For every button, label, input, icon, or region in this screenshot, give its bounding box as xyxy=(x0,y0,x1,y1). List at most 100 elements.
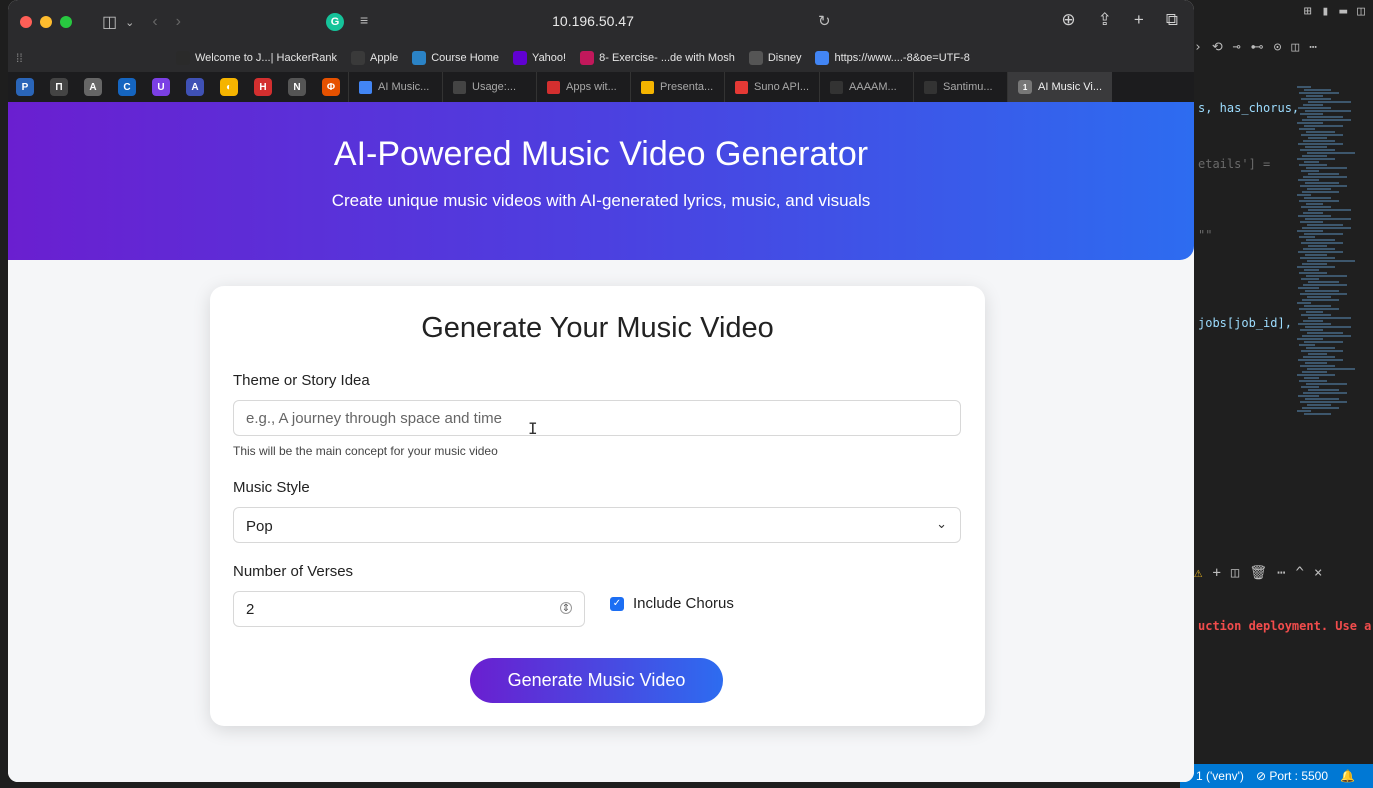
vscode-layout-controls: ⊞ ▮ ▬ ◫ xyxy=(1304,4,1365,19)
minimap-line xyxy=(1303,104,1323,106)
pinned-tab[interactable]: Φ xyxy=(322,78,340,96)
minimap-line xyxy=(1304,377,1319,379)
tab-item[interactable]: Suno API... xyxy=(724,72,819,102)
chorus-label: Include Chorus xyxy=(633,595,734,612)
minimap-line xyxy=(1300,329,1323,331)
minimap-line xyxy=(1306,239,1335,241)
close-icon[interactable]: × xyxy=(1314,565,1322,581)
pinned-tab[interactable]: A xyxy=(186,78,204,96)
minimap-line xyxy=(1303,248,1335,250)
verses-input[interactable] xyxy=(233,591,585,627)
generate-button[interactable]: Generate Music Video xyxy=(470,658,723,703)
grammarly-icon[interactable]: G xyxy=(326,13,344,31)
warning-icon[interactable]: ⚠ xyxy=(1194,565,1202,581)
forward-icon[interactable]: › xyxy=(176,13,181,31)
more-icon[interactable]: ⋯ xyxy=(1309,40,1317,55)
pinned-tab[interactable]: P xyxy=(16,78,34,96)
window-controls xyxy=(20,16,72,28)
minimap-line xyxy=(1298,287,1319,289)
minimap-line xyxy=(1304,125,1343,127)
favorite-item[interactable]: https://www....-8&oe=UTF-8 xyxy=(815,51,970,65)
minimap-line xyxy=(1305,290,1339,292)
minimap-line xyxy=(1299,272,1327,274)
favorite-item[interactable]: Welcome to J...| HackerRank xyxy=(176,51,337,65)
favorite-item[interactable]: Yahoo! xyxy=(513,51,566,65)
sidebar-icon[interactable]: ◫ xyxy=(102,12,117,32)
python-env-status[interactable]: 1 ('venv') xyxy=(1196,769,1244,783)
sidebar-toggle-icon[interactable]: ▮ xyxy=(1322,4,1330,19)
tab-item[interactable]: Santimu... xyxy=(913,72,1007,102)
pinned-tab[interactable]: ◐ xyxy=(220,78,238,96)
split-icon[interactable]: ◫ xyxy=(1357,4,1365,19)
tab-item[interactable]: AI Music... xyxy=(348,72,442,102)
page-title: AI-Powered Music Video Generator xyxy=(333,135,869,173)
new-tab-icon[interactable]: + xyxy=(1134,10,1144,30)
favorite-label: Yahoo! xyxy=(532,52,567,64)
pinned-tab[interactable]: A xyxy=(84,78,102,96)
tab-item[interactable]: AAAAM... xyxy=(819,72,913,102)
tab-item[interactable]: Apps wit... xyxy=(536,72,630,102)
minimap-line xyxy=(1306,203,1323,205)
run-icon[interactable]: ⊙ xyxy=(1274,40,1282,55)
go-back-icon[interactable]: ⟲ xyxy=(1212,40,1223,55)
pinned-tab[interactable]: Π xyxy=(50,78,68,96)
git-commit-icon[interactable]: ⊸ xyxy=(1233,40,1241,55)
favorites-grid-icon[interactable]: ⁞⁞ xyxy=(16,51,23,65)
mosh-icon xyxy=(580,51,595,65)
minimap-line xyxy=(1297,158,1335,160)
address-bar[interactable]: 10.196.50.47 xyxy=(348,9,838,35)
page-settings-icon[interactable]: ≡ xyxy=(360,12,368,28)
minimap-line xyxy=(1302,335,1351,337)
minimap-line xyxy=(1307,332,1343,334)
minimap-line xyxy=(1302,407,1339,409)
minimap-line xyxy=(1302,227,1351,229)
bell-icon[interactable]: 🔔 xyxy=(1340,769,1355,783)
trash-icon[interactable]: 🗑 xyxy=(1249,565,1267,581)
minimap-line xyxy=(1308,245,1327,247)
theme-hint: This will be the main concept for your m… xyxy=(233,444,498,458)
chevron-up-icon[interactable]: ^ xyxy=(1296,565,1304,581)
pinned-tab[interactable]: N xyxy=(288,78,306,96)
tab-favicon-icon xyxy=(641,80,654,94)
music-style-select[interactable] xyxy=(233,507,961,543)
share-icon[interactable]: ⇪ xyxy=(1098,10,1112,30)
favorite-item[interactable]: Disney xyxy=(748,51,801,65)
minimap[interactable] xyxy=(1297,86,1357,426)
checkbox-checked-icon[interactable]: ✓ xyxy=(610,596,624,611)
minimap-line xyxy=(1302,371,1327,373)
split-editor-icon[interactable]: ◫ xyxy=(1291,40,1299,55)
chevron-right-icon[interactable]: › xyxy=(1194,40,1202,55)
tab-favicon-icon xyxy=(359,80,372,94)
favorite-item[interactable]: Apple xyxy=(351,51,398,65)
minimap-line xyxy=(1303,392,1347,394)
tab-active[interactable]: 1 AI Music Vi... xyxy=(1007,72,1113,102)
theme-input[interactable] xyxy=(233,400,961,436)
pinned-tab[interactable]: H xyxy=(254,78,272,96)
reload-icon[interactable]: ↻ xyxy=(818,12,831,30)
split-terminal-icon[interactable]: ◫ xyxy=(1231,565,1239,581)
tab-overview-icon[interactable]: ⧉ xyxy=(1166,10,1178,30)
layout-icon[interactable]: ⊞ xyxy=(1304,4,1312,19)
panel-toggle-icon[interactable]: ▬ xyxy=(1339,4,1347,19)
minimap-line xyxy=(1305,326,1351,328)
compare-icon[interactable]: ⊷ xyxy=(1251,40,1264,55)
include-chorus-toggle[interactable]: ✓ Include Chorus xyxy=(610,595,734,612)
address-text[interactable]: 10.196.50.47 xyxy=(348,13,838,29)
close-window-button[interactable] xyxy=(20,16,32,28)
favorite-item[interactable]: 8- Exercise- ...de with Mosh xyxy=(580,51,735,65)
tab-item[interactable]: Usage:... xyxy=(442,72,536,102)
back-icon[interactable]: ‹ xyxy=(152,13,157,31)
pinned-tab[interactable]: U xyxy=(152,78,170,96)
zoom-window-button[interactable] xyxy=(60,16,72,28)
live-server-port[interactable]: ⊘ Port : 5500 xyxy=(1256,769,1328,783)
stepper-icon[interactable]: ⇕ xyxy=(560,602,572,614)
tab-item[interactable]: Presenta... xyxy=(630,72,724,102)
minimap-line xyxy=(1302,155,1327,157)
add-terminal-icon[interactable]: + xyxy=(1212,565,1220,581)
minimize-window-button[interactable] xyxy=(40,16,52,28)
chevron-down-icon[interactable]: ⌄ xyxy=(125,16,134,29)
pinned-tab[interactable]: C xyxy=(118,78,136,96)
favorite-item[interactable]: Course Home xyxy=(412,51,499,65)
downloads-icon[interactable]: ⊕ xyxy=(1061,10,1075,30)
more-icon[interactable]: ⋯ xyxy=(1277,565,1285,581)
